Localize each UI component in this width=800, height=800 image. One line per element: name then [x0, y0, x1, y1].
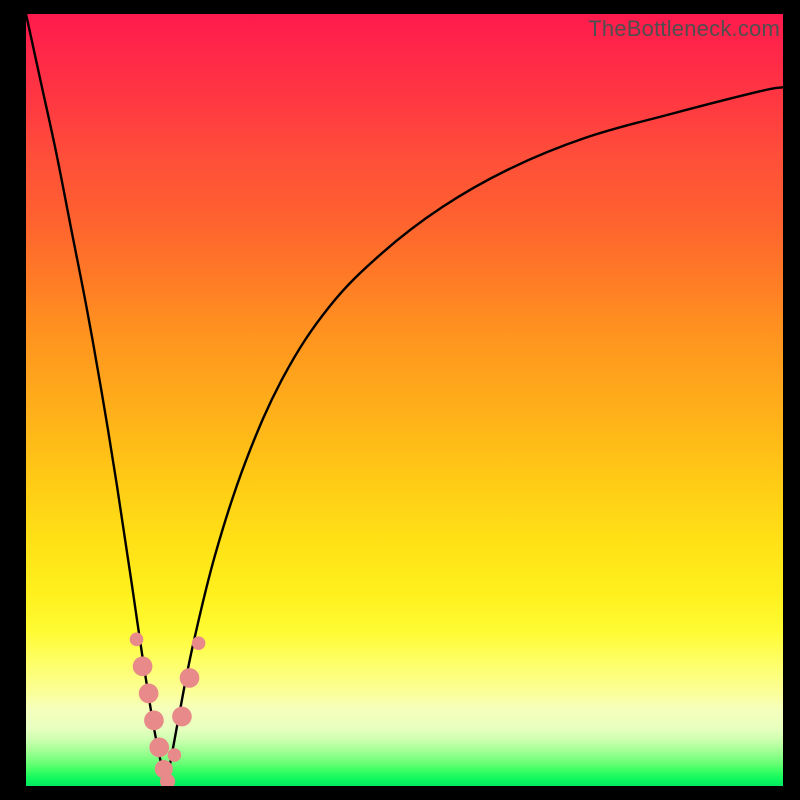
plot-area [26, 14, 783, 786]
data-marker [133, 657, 153, 677]
data-marker [149, 738, 169, 758]
data-marker [192, 636, 206, 650]
data-marker [144, 711, 164, 731]
data-marker [130, 633, 144, 647]
data-marker [139, 684, 159, 704]
data-marker [168, 748, 182, 762]
chart-svg [26, 14, 783, 786]
chart-stage: TheBottleneck.com [0, 0, 800, 800]
data-marker [172, 707, 192, 727]
data-marker [180, 668, 200, 688]
watermark-text: TheBottleneck.com [588, 16, 780, 42]
marker-group [130, 633, 206, 786]
curve-right-branch [166, 87, 783, 786]
